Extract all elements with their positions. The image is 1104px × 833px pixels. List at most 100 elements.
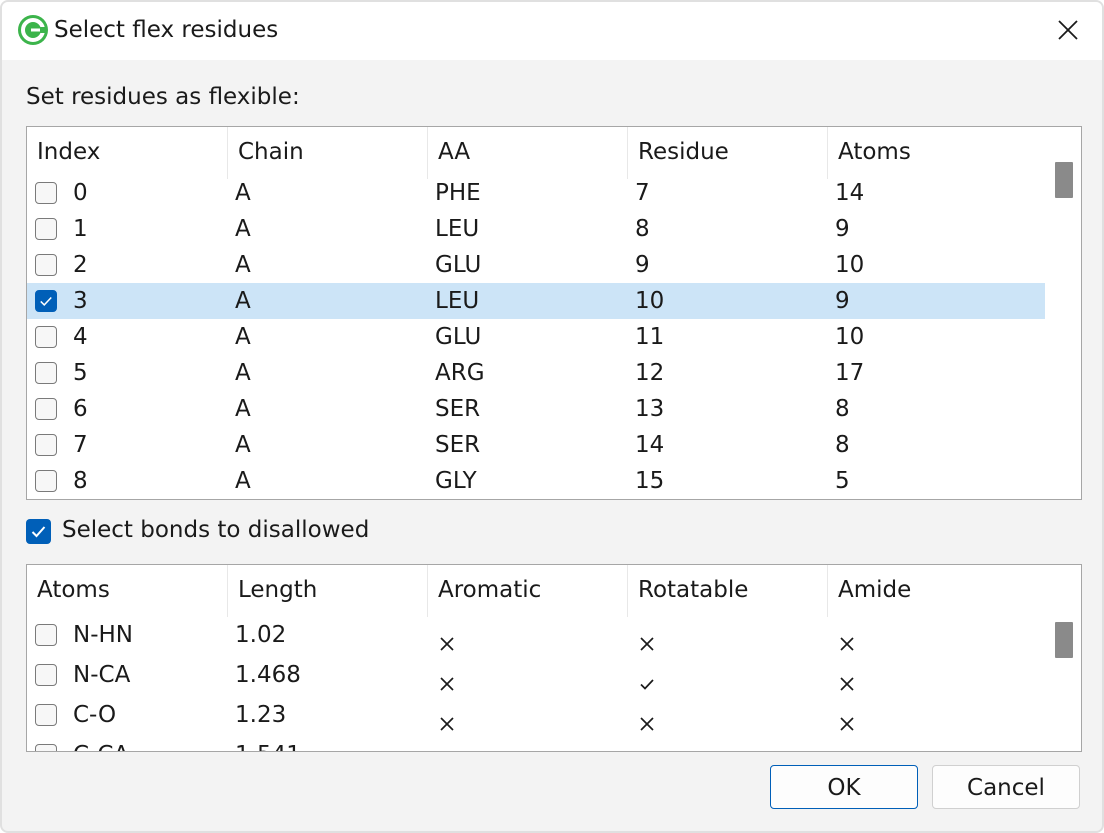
cell-atoms: 17	[835, 360, 865, 386]
cell-index: 4	[73, 324, 88, 350]
table-row[interactable]: 1 A LEU 8 9	[27, 211, 1045, 247]
cell-length: 1.541	[235, 735, 301, 751]
title-bar: Select flex residues	[2, 2, 1102, 60]
column-header-aromatic[interactable]: Aromatic	[427, 565, 627, 617]
residues-scrollbar[interactable]	[1047, 127, 1081, 499]
cell-residue: 12	[635, 360, 665, 386]
row-checkbox[interactable]	[35, 704, 57, 726]
cell-length: 1.468	[235, 662, 301, 688]
cell-aa: ARG	[435, 360, 485, 386]
cell-atoms: C-CA	[73, 735, 129, 751]
cell-amide	[839, 695, 863, 731]
cell-atoms: 10	[835, 252, 865, 278]
cell-length: 1.23	[235, 702, 287, 728]
cell-atoms: 9	[835, 288, 850, 314]
cell-aa: GLU	[435, 252, 482, 278]
bonds-table: Atoms Length Aromatic Rotatable Amide N-…	[26, 564, 1082, 752]
cell-residue: 10	[635, 288, 665, 314]
cell-aromatic	[439, 615, 463, 651]
table-row[interactable]: 6 A SER 13 8	[27, 391, 1045, 427]
close-icon	[1058, 20, 1078, 40]
bonds-scrollbar[interactable]	[1047, 565, 1081, 751]
residues-scrollbar-thumb[interactable]	[1055, 162, 1073, 198]
cell-atoms: N-HN	[73, 622, 134, 648]
column-header-chain[interactable]: Chain	[227, 127, 427, 179]
table-row[interactable]: C-O 1.23	[27, 695, 1045, 735]
row-checkbox[interactable]	[35, 218, 57, 240]
checkmark-icon	[40, 296, 52, 307]
cell-chain: A	[235, 216, 251, 242]
ok-button[interactable]: OK	[770, 765, 918, 809]
column-header-aa[interactable]: AA	[427, 127, 627, 179]
cell-rotatable	[639, 735, 663, 751]
cell-index: 3	[73, 288, 88, 314]
residues-table: Index Chain AA Residue Atoms 0 A PHE 7 14 1 A L…	[26, 126, 1082, 500]
column-header-length[interactable]: Length	[227, 565, 427, 617]
cell-atoms: 14	[835, 180, 865, 206]
row-checkbox[interactable]	[35, 470, 57, 492]
table-row[interactable]: 0 A PHE 7 14	[27, 175, 1045, 211]
cell-aa: LEU	[435, 216, 480, 242]
table-row[interactable]: N-HN 1.02	[27, 615, 1045, 655]
cross-icon	[440, 717, 454, 731]
cell-aa: LEU	[435, 288, 480, 314]
select-bonds-label[interactable]: Select bonds to disallowed	[62, 517, 369, 543]
cell-rotatable	[639, 695, 663, 731]
row-checkbox[interactable]	[35, 398, 57, 420]
cell-amide	[839, 615, 863, 651]
cross-icon	[840, 677, 854, 691]
bonds-scrollbar-thumb[interactable]	[1055, 622, 1073, 658]
cell-amide	[839, 735, 863, 751]
cell-atoms: C-O	[73, 702, 117, 728]
row-checkbox[interactable]	[35, 290, 57, 312]
row-checkbox[interactable]	[35, 254, 57, 276]
column-header-residue[interactable]: Residue	[627, 127, 827, 179]
table-row[interactable]: 4 A GLU 11 10	[27, 319, 1045, 355]
cell-residue: 7	[635, 180, 650, 206]
checkmark-icon	[31, 526, 46, 538]
cell-atoms: 5	[835, 468, 850, 494]
cell-aromatic	[439, 655, 463, 691]
table-row[interactable]: 8 A GLY 15 5	[27, 463, 1045, 499]
table-row[interactable]: C-CA 1.541	[27, 735, 1045, 751]
window-title: Select flex residues	[54, 17, 279, 43]
select-bonds-checkbox[interactable]	[26, 519, 51, 544]
cell-amide	[839, 655, 863, 691]
row-checkbox[interactable]	[35, 664, 57, 686]
cell-residue: 13	[635, 396, 665, 422]
close-button[interactable]	[1048, 10, 1088, 50]
column-header-atoms[interactable]: Atoms	[827, 127, 1045, 179]
cross-icon	[840, 717, 854, 731]
bonds-table-header: Atoms Length Aromatic Rotatable Amide	[27, 565, 1045, 617]
column-header-atoms[interactable]: Atoms	[27, 565, 227, 617]
row-checkbox[interactable]	[35, 744, 57, 751]
cancel-button[interactable]: Cancel	[932, 765, 1080, 809]
row-checkbox[interactable]	[35, 434, 57, 456]
cell-residue: 9	[635, 252, 650, 278]
column-header-rotatable[interactable]: Rotatable	[627, 565, 827, 617]
cell-atoms: 9	[835, 216, 850, 242]
row-checkbox[interactable]	[35, 362, 57, 384]
table-row[interactable]: 2 A GLU 9 10	[27, 247, 1045, 283]
cell-residue: 15	[635, 468, 665, 494]
cell-aa: GLY	[435, 468, 477, 494]
cell-index: 6	[73, 396, 88, 422]
cell-index: 0	[73, 180, 88, 206]
cell-atoms: 8	[835, 432, 850, 458]
table-row[interactable]: 3 A LEU 10 9	[27, 283, 1045, 319]
cross-icon	[640, 637, 654, 651]
cell-aa: SER	[435, 396, 481, 422]
cross-icon	[840, 637, 854, 651]
cell-atoms: N-CA	[73, 662, 131, 688]
row-checkbox[interactable]	[35, 624, 57, 646]
table-row[interactable]: 7 A SER 14 8	[27, 427, 1045, 463]
column-header-index[interactable]: Index	[27, 127, 227, 179]
table-row[interactable]: N-CA 1.468	[27, 655, 1045, 695]
row-checkbox[interactable]	[35, 182, 57, 204]
cell-index: 5	[73, 360, 88, 386]
column-header-amide[interactable]: Amide	[827, 565, 1045, 617]
table-row[interactable]: 5 A ARG 12 17	[27, 355, 1045, 391]
app-logo-icon	[18, 15, 48, 45]
row-checkbox[interactable]	[35, 326, 57, 348]
dialog-window: Select flex residues Set residues as fle…	[0, 0, 1104, 833]
